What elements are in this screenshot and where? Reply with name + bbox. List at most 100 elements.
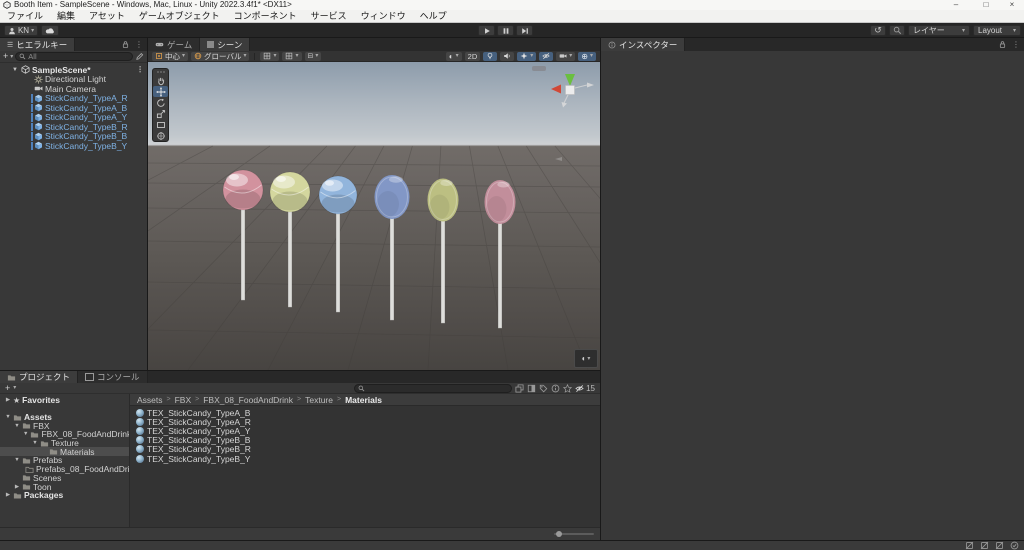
menu-file[interactable]: ファイル: [0, 10, 50, 23]
stickcandy-typea-r[interactable]: [223, 170, 263, 210]
cloud-services-button[interactable]: [41, 25, 59, 36]
stickcandy-typeb-r[interactable]: [485, 180, 516, 224]
view-hand-tool[interactable]: [153, 75, 168, 86]
edit-filter-icon[interactable]: [135, 52, 144, 61]
hierarchy-item-stickcandy-typeb-y[interactable]: StickCandy_TypeB_Y: [0, 141, 147, 151]
global-search-button[interactable]: [889, 25, 905, 36]
grid-visibility-dropdown[interactable]: ▾: [260, 52, 279, 61]
menu-help[interactable]: ヘルプ: [413, 10, 454, 23]
tree-item-packages[interactable]: ▶ Packages: [0, 491, 129, 500]
tab-scene[interactable]: シーン: [200, 38, 250, 51]
slider-knob[interactable]: [556, 531, 562, 537]
tree-item-materials[interactable]: Materials: [0, 447, 129, 456]
tree-item-assets[interactable]: ▼ Assets: [0, 413, 129, 422]
foldout-arrow-icon[interactable]: ▼: [23, 431, 28, 437]
foldout-arrow-icon[interactable]: ▼: [32, 440, 38, 446]
scene-effects-dropdown[interactable]: ▾: [517, 52, 536, 61]
play-button[interactable]: [478, 25, 495, 36]
maximize-button[interactable]: □: [976, 0, 996, 10]
breadcrumb-fbx[interactable]: FBX: [175, 395, 192, 405]
tree-item-favorites[interactable]: ▶ ★ Favorites: [0, 396, 129, 405]
foldout-arrow-icon[interactable]: ▼: [14, 423, 20, 429]
search-by-type-icon[interactable]: [527, 384, 536, 393]
scene-root-row[interactable]: ▼ SampleScene* ⋮: [0, 65, 147, 75]
hierarchy-item-stickcandy-typea-y[interactable]: StickCandy_TypeA_Y: [0, 113, 147, 123]
menu-window[interactable]: ウィンドウ: [354, 10, 413, 23]
tree-item-toon[interactable]: ▶ Toon: [0, 482, 129, 491]
step-button[interactable]: [516, 25, 533, 36]
project-search-input[interactable]: [354, 384, 512, 393]
asset-row[interactable]: TEX_StickCandy_TypeB_Y: [130, 454, 600, 463]
cache-server-disconnected-icon[interactable]: [980, 541, 989, 550]
menu-gameobject[interactable]: ゲームオブジェクト: [132, 10, 227, 23]
breadcrumb-assets[interactable]: Assets: [137, 395, 163, 405]
create-plus-icon[interactable]: +: [5, 384, 10, 393]
stickcandy-typea-y[interactable]: [270, 172, 310, 212]
gizmo-cube[interactable]: [566, 86, 575, 95]
lollipop-group[interactable]: [223, 170, 516, 328]
menu-edit[interactable]: 編集: [50, 10, 82, 23]
overlay-pill[interactable]: [532, 66, 546, 71]
camera-preview-toggle[interactable]: ◐ ▾: [574, 349, 598, 368]
toggle-2d-button[interactable]: 2D: [465, 52, 481, 61]
foldout-arrow-icon[interactable]: ▶: [5, 492, 11, 498]
save-search-star-icon[interactable]: [563, 384, 572, 393]
breadcrumb-materials[interactable]: Materials: [345, 395, 382, 405]
menu-services[interactable]: サービス: [304, 10, 354, 23]
hierarchy-search-input[interactable]: All: [15, 52, 133, 61]
rect-tool[interactable]: [153, 119, 168, 130]
notifications-muted-icon[interactable]: [965, 541, 974, 550]
foldout-arrow-icon[interactable]: ▶: [5, 397, 11, 403]
open-search-window-icon[interactable]: [515, 384, 524, 393]
stickcandy-typeb-b[interactable]: [375, 175, 410, 219]
stickcandy-typeb-y[interactable]: [428, 179, 459, 222]
pause-button[interactable]: [497, 25, 514, 36]
hierarchy-item-stickcandy-typea-r[interactable]: StickCandy_TypeA_R: [0, 94, 147, 104]
tree-item-prefabs-08-foodanddrink[interactable]: Prefabs_08_FoodAndDrink: [0, 465, 129, 474]
hierarchy-item-main-camera[interactable]: Main Camera: [0, 84, 147, 94]
shading-mode-dropdown[interactable]: ◐ ▾: [446, 52, 462, 61]
code-optimization-icon[interactable]: [1010, 541, 1019, 550]
tab-inspector[interactable]: インスペクター: [601, 38, 685, 51]
rotate-tool[interactable]: [153, 97, 168, 108]
foldout-arrow-icon[interactable]: ▼: [5, 414, 11, 420]
breadcrumb-fbx-08[interactable]: FBX_08_FoodAndDrink: [203, 395, 293, 405]
thumbnail-size-slider[interactable]: [554, 533, 594, 535]
kebab-menu-icon[interactable]: ⋮: [135, 41, 143, 49]
hierarchy-item-stickcandy-typeb-r[interactable]: StickCandy_TypeB_R: [0, 122, 147, 132]
snap-increment-dropdown[interactable]: ⊟ ▾: [305, 52, 322, 61]
tab-project[interactable]: プロジェクト: [0, 371, 78, 383]
chevron-down-icon[interactable]: ▾: [13, 385, 16, 391]
foldout-arrow-icon[interactable]: ▼: [12, 67, 19, 73]
account-dropdown[interactable]: KN ▾: [4, 25, 38, 36]
orientation-mode-dropdown[interactable]: グローバル ▾: [191, 52, 249, 61]
tab-game[interactable]: ゲーム: [148, 38, 200, 51]
kebab-menu-icon[interactable]: ⋮: [136, 66, 144, 74]
chevron-down-icon[interactable]: ▾: [10, 54, 13, 60]
collab-offline-icon[interactable]: [995, 541, 1004, 550]
layers-dropdown[interactable]: レイヤー ▾: [908, 25, 970, 36]
foldout-arrow-icon[interactable]: ▼: [14, 457, 20, 463]
transform-tool[interactable]: [153, 130, 168, 141]
info-icon[interactable]: [551, 384, 560, 393]
close-button[interactable]: ×: [1002, 0, 1022, 10]
grid-snap-dropdown[interactable]: ▾: [282, 52, 301, 61]
move-tool[interactable]: [153, 86, 168, 97]
lock-icon[interactable]: [998, 40, 1007, 49]
gizmos-dropdown[interactable]: ⊕ ▾: [578, 52, 596, 61]
hierarchy-item-stickcandy-typeb-b[interactable]: StickCandy_TypeB_B: [0, 132, 147, 142]
scene-visibility-toggle[interactable]: [539, 52, 553, 61]
tab-console[interactable]: コンソール: [78, 371, 148, 383]
x-axis-cone[interactable]: [551, 85, 561, 94]
undo-history-button[interactable]: ↺: [870, 25, 886, 36]
search-by-label-icon[interactable]: [539, 384, 548, 393]
pivot-mode-dropdown[interactable]: 中心 ▾: [152, 52, 188, 61]
hierarchy-item-stickcandy-typea-b[interactable]: StickCandy_TypeA_B: [0, 103, 147, 113]
menu-component[interactable]: コンポーネント: [227, 10, 304, 23]
foldout-arrow-icon[interactable]: ▶: [14, 484, 20, 490]
tab-hierarchy[interactable]: ☰ ヒエラルキー: [0, 38, 75, 51]
orientation-gizmo[interactable]: [532, 66, 594, 161]
hidden-packages-toggle[interactable]: 15: [575, 384, 595, 393]
kebab-menu-icon[interactable]: ⋮: [1012, 41, 1020, 49]
scene-audio-toggle[interactable]: [500, 52, 514, 61]
